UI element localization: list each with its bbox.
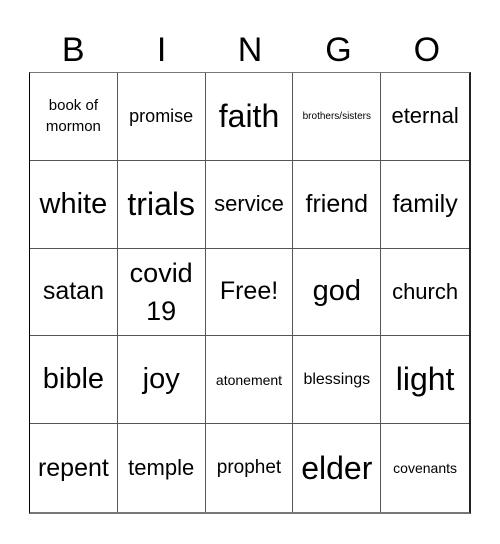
cell-text: light <box>395 361 455 398</box>
bingo-cell[interactable]: trials <box>117 160 206 249</box>
cell-text: faith <box>218 97 280 134</box>
header-letter-g: G <box>325 31 352 69</box>
bingo-cell[interactable]: blessings <box>293 336 382 425</box>
bingo-cell[interactable]: satan <box>30 248 118 337</box>
free-space[interactable]: Free! <box>205 248 294 337</box>
cell-text: eternal <box>391 103 459 129</box>
bingo-cell[interactable]: god <box>293 248 382 337</box>
cell-text: trials <box>127 185 195 222</box>
cell-text: joy <box>142 363 180 396</box>
cell-text: Free! <box>219 277 279 306</box>
header-letter-i: I <box>156 31 167 69</box>
bingo-cell[interactable]: promise <box>117 73 206 161</box>
cell-text: elder <box>301 449 373 486</box>
cell-text: satan <box>42 277 104 306</box>
cell-text: covenants <box>393 460 457 477</box>
cell-text: promise <box>129 105 194 126</box>
cell-text: church <box>392 278 459 304</box>
cell-text: service <box>214 191 284 217</box>
cell-text: prophet <box>216 457 282 479</box>
bingo-cell[interactable]: white <box>30 160 118 249</box>
cell-text: repent <box>37 453 109 482</box>
bingo-cell[interactable]: eternal <box>381 73 469 161</box>
bingo-cell[interactable]: book of mormon <box>30 73 118 161</box>
cell-text: brothers/sisters <box>302 110 371 122</box>
bingo-cell[interactable]: covid 19 <box>117 248 206 337</box>
cell-text: white <box>39 187 108 220</box>
bingo-cell[interactable]: elder <box>293 424 382 512</box>
bingo-cell[interactable]: prophet <box>206 424 294 512</box>
header-letter-b: B <box>61 31 85 69</box>
bingo-cell[interactable]: temple <box>118 424 206 512</box>
bingo-cell[interactable]: bible <box>30 336 118 425</box>
bingo-cell[interactable]: light <box>381 336 469 425</box>
bingo-header: B I N G O <box>29 28 471 72</box>
cell-text: covid 19 <box>129 257 193 326</box>
bingo-cell[interactable]: joy <box>117 336 206 425</box>
cell-text: family <box>392 189 458 218</box>
header-letter-n: N <box>237 31 263 69</box>
bingo-cell[interactable]: friend <box>293 160 382 249</box>
cell-text: god <box>312 275 361 308</box>
cell-text: bible <box>42 363 105 396</box>
bingo-cell[interactable]: brothers/sisters <box>293 73 382 161</box>
bingo-cell[interactable]: faith <box>205 73 294 161</box>
cell-text: book of mormon <box>45 97 101 136</box>
bingo-cell[interactable]: repent <box>30 424 118 512</box>
bingo-grid: book of mormon promise faith brothers/si… <box>29 72 471 514</box>
cell-text: blessings <box>303 370 371 388</box>
bingo-cell[interactable]: covenants <box>381 424 469 512</box>
cell-text: atonement <box>215 371 283 388</box>
bingo-cell[interactable]: atonement <box>205 336 294 425</box>
cell-text: friend <box>305 189 369 218</box>
cell-text: temple <box>128 455 195 481</box>
bingo-cell[interactable]: church <box>381 249 469 337</box>
header-letter-o: O <box>413 31 441 69</box>
bingo-cell[interactable]: service <box>205 160 294 249</box>
bingo-cell[interactable]: family <box>381 161 469 249</box>
